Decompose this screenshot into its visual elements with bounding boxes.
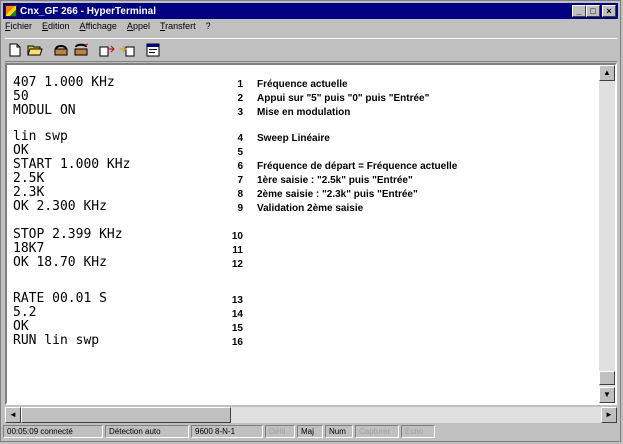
scroll-up-button[interactable]: ▲	[599, 65, 615, 81]
open-icon[interactable]	[25, 41, 45, 59]
annotation-number: 3	[237, 107, 243, 118]
annotation-number: 4	[237, 133, 243, 144]
annotation-number: 1	[237, 79, 243, 90]
terminal-command-line: 18K7	[13, 241, 45, 256]
new-icon[interactable]	[5, 41, 25, 59]
status-capturer: Capturer	[355, 425, 399, 438]
terminal-area[interactable]: 407 1.000 KHz 1 Fréquence actuelle 50 2 Appui…	[5, 63, 617, 405]
annotation-number: 2	[237, 93, 243, 104]
terminal-command-line: lin swp	[13, 129, 68, 144]
menu-bar: Fichier Edition Affichage Appel Transfer…	[5, 21, 211, 35]
annotation-number: 13	[231, 295, 243, 306]
status-params: 9600 8-N-1	[191, 425, 263, 438]
annotation-number: 5	[237, 147, 243, 158]
annotation-description: Fréquence de départ = Fréquence actuelle	[257, 161, 458, 172]
terminal-command-line: OK	[13, 143, 29, 158]
terminal-command-line: OK 2.300 KHz	[13, 199, 107, 214]
annotation-number: 16	[231, 337, 243, 348]
hyperterminal-app-icon[interactable]	[5, 5, 17, 17]
horizontal-scrollbar[interactable]: ◄ ►	[5, 407, 617, 423]
terminal-text: 407 1.000 KHz 1 Fréquence actuelle 50 2 Appui…	[9, 67, 595, 403]
minimize-button[interactable]: _	[572, 5, 586, 17]
annotation-number: 8	[237, 189, 243, 200]
menu-fichier[interactable]: Fichier	[5, 21, 32, 35]
menu-edition[interactable]: Edition	[42, 21, 70, 35]
status-echo: Echo	[401, 425, 435, 438]
terminal-command-line: 2.3K	[13, 185, 45, 200]
annotation-number: 9	[237, 203, 243, 214]
annotation-number: 6	[237, 161, 243, 172]
annotation-description: Fréquence actuelle	[257, 79, 348, 90]
annotation-number: 12	[231, 259, 243, 270]
annotation-number: 15	[231, 323, 243, 334]
annotation-description: Mise en modulation	[257, 107, 351, 118]
properties-icon[interactable]	[143, 41, 163, 59]
annotation-description: Sweep Linéaire	[257, 133, 330, 144]
annotation-description: Appui sur "5" puis "0" puis "Entrée"	[257, 93, 430, 104]
menu-transfert[interactable]: Transfert	[160, 21, 196, 35]
annotation-number: 14	[231, 309, 243, 320]
annotation-number: 11	[232, 245, 243, 256]
status-defil: Défil	[265, 425, 295, 438]
terminal-command-line: RUN lin swp	[13, 333, 100, 348]
status-detection: Détection auto	[105, 425, 189, 438]
toolbar	[5, 38, 617, 62]
terminal-command-line: OK	[13, 319, 29, 334]
horizontal-scroll-thumb[interactable]	[21, 407, 231, 423]
receive-icon[interactable]	[117, 41, 137, 59]
terminal-command-line: 5.2	[13, 305, 37, 320]
annotation-number: 7	[237, 175, 243, 186]
scroll-right-button[interactable]: ►	[601, 407, 617, 423]
status-connected: 00:05:09 connecté	[3, 425, 103, 438]
disconnect-icon[interactable]	[71, 41, 91, 59]
call-icon[interactable]	[51, 41, 71, 59]
vertical-scrollbar[interactable]: ▲ ▼	[599, 65, 615, 403]
status-num: Num	[325, 425, 353, 438]
terminal-command-line: OK 18.70 KHz	[13, 255, 107, 270]
annotation-description: 2ème saisie : "2.3k" puis "Entrée"	[257, 189, 418, 200]
terminal-command-line: RATE 00.01 S	[13, 291, 107, 306]
status-maj: Maj	[297, 425, 323, 438]
scroll-down-button[interactable]: ▼	[599, 387, 615, 403]
annotation-description: 1ère saisie : "2.5k" puis "Entrée"	[257, 175, 413, 186]
terminal-command-line: 50	[13, 89, 29, 104]
terminal-command-line: START 1.000 KHz	[13, 157, 131, 172]
annotation-description: Validation 2ème saisie	[257, 203, 364, 214]
scroll-left-button[interactable]: ◄	[5, 407, 21, 423]
menu-affichage[interactable]: Affichage	[80, 21, 117, 35]
menu-appel[interactable]: Appel	[127, 21, 150, 35]
terminal-command-line: 407 1.000 KHz	[13, 75, 115, 90]
title-bar[interactable]: Cnx_GF 266 - HyperTerminal _ □ ×	[3, 3, 618, 19]
status-bar: 00:05:09 connecté Détection auto 9600 8-…	[3, 425, 618, 440]
menu-help[interactable]: ?	[206, 21, 211, 35]
terminal-command-line: STOP 2.399 KHz	[13, 227, 123, 242]
terminal-command-line: 2.5K	[13, 171, 45, 186]
window-title: Cnx_GF 266 - HyperTerminal	[20, 5, 156, 17]
maximize-button[interactable]: □	[586, 5, 600, 17]
terminal-command-line: MODUL ON	[13, 103, 76, 118]
send-icon[interactable]	[97, 41, 117, 59]
hyperterminal-window: Cnx_GF 266 - HyperTerminal _ □ × Fichier…	[0, 0, 621, 442]
annotation-number: 10	[231, 231, 243, 242]
vertical-scroll-thumb[interactable]	[599, 371, 615, 385]
close-button[interactable]: ×	[602, 5, 616, 17]
